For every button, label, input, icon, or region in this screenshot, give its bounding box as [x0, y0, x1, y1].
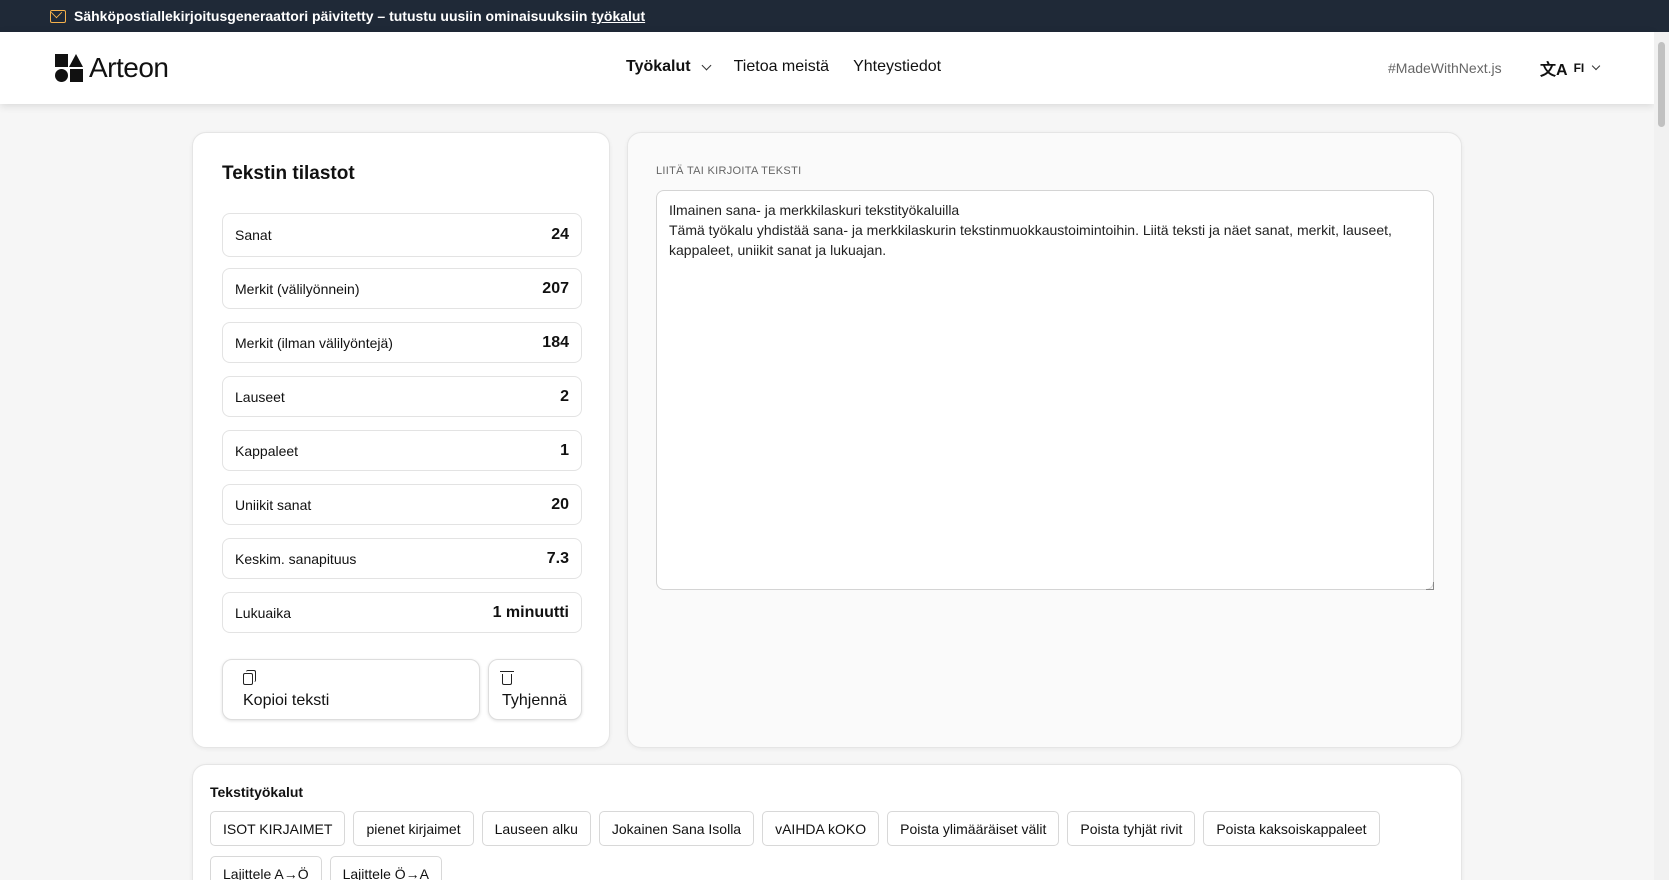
stat-value: 2 [560, 387, 569, 405]
nav-tools[interactable]: Työkalut [626, 58, 712, 76]
announcement-banner: Sähköpostiallekirjoitusgeneraattori päiv… [0, 0, 1669, 32]
copy-text-button[interactable]: Kopioi teksti [222, 659, 480, 720]
language-selector[interactable]: 文A FI [1540, 56, 1601, 80]
tool-lowercase-button[interactable]: pienet kirjaimet [353, 811, 474, 846]
nav-tools-label: Työkalut [626, 58, 691, 75]
tool-title-case-button[interactable]: Jokainen Sana Isolla [598, 811, 755, 846]
copy-icon [243, 670, 256, 685]
tool-toggle-case-button[interactable]: vAIHDA kOKO [762, 811, 880, 846]
logo-text: Arteon [89, 52, 169, 83]
stat-row-chars-with-spaces: Merkit (välilyönnein) 207 [222, 268, 582, 309]
trash-icon [500, 671, 514, 685]
text-input-label: LIITÄ TAI KIRJOITA TEKSTI [656, 165, 802, 177]
stat-label: Sanat [235, 227, 272, 243]
resize-handle-icon[interactable] [1426, 582, 1434, 590]
text-input-area[interactable]: Ilmainen sana- ja merkkilaskuri tekstity… [656, 190, 1434, 590]
nav-contact[interactable]: Yhteystiedot [853, 58, 941, 76]
tool-remove-empty-lines-button[interactable]: Poista tyhjät rivit [1067, 811, 1196, 846]
text-tools-list: ISOT KIRJAIMET pienet kirjaimet Lauseen … [210, 811, 1410, 880]
clear-button[interactable]: Tyhjennä [488, 659, 582, 720]
stat-row-avg-word-length: Keskim. sanapituus 7.3 [222, 538, 582, 579]
stat-row-words: Sanat 24 [222, 213, 582, 257]
tool-remove-duplicates-button[interactable]: Poista kaksoiskappaleet [1203, 811, 1380, 846]
banner-link[interactable]: työkalut [591, 8, 645, 24]
stat-row-unique-words: Uniikit sanat 20 [222, 484, 582, 525]
stat-label: Keskim. sanapituus [235, 550, 357, 567]
text-tools-title: Tekstityökalut [210, 784, 304, 800]
chevron-down-icon [1591, 61, 1601, 71]
main-nav: Työkalut Tietoa meistä Yhteystiedot [626, 58, 965, 76]
tool-sentence-case-button[interactable]: Lauseen alku [481, 811, 591, 846]
stat-value: 1 minuutti [492, 603, 569, 621]
scrollbar-thumb[interactable] [1658, 42, 1665, 127]
stat-value: 24 [551, 226, 569, 243]
stats-panel: Tekstin tilastot Sanat 24 Merkit (välily… [192, 132, 610, 748]
tool-remove-extra-spaces-button[interactable]: Poista ylimääräiset välit [887, 811, 1060, 846]
tool-uppercase-button[interactable]: ISOT KIRJAIMET [210, 811, 346, 846]
stat-value: 7.3 [546, 549, 569, 567]
stat-label: Lukuaika [235, 604, 292, 621]
chevron-down-icon [701, 60, 712, 70]
copy-text-label: Kopioi teksti [243, 692, 330, 709]
stat-label: Kappaleet [235, 442, 299, 459]
language-code: FI [1573, 61, 1585, 75]
stat-row-chars-no-spaces: Merkit (ilman välilyöntejä) 184 [222, 322, 582, 363]
mail-icon [50, 9, 66, 23]
stat-label: Uniikit sanat [235, 496, 312, 513]
tool-sort-asc-button[interactable]: Lajittele A→Ö [210, 856, 322, 880]
logo-mark-icon [55, 54, 83, 82]
tool-sort-desc-button[interactable]: Lajittele Ö→A [329, 856, 442, 880]
page-scrollbar[interactable] [1654, 32, 1669, 880]
stat-value: 184 [542, 333, 569, 351]
text-input-panel: LIITÄ TAI KIRJOITA TEKSTI Ilmainen sana-… [627, 132, 1462, 748]
stat-value: 1 [560, 441, 569, 459]
stat-label: Merkit (välilyönnein) [235, 280, 360, 297]
clear-label: Tyhjennä [502, 692, 567, 709]
stat-value: 20 [551, 495, 569, 513]
stat-row-sentences: Lauseet 2 [222, 376, 582, 417]
made-with-link[interactable]: #MadeWithNext.js [1388, 60, 1502, 76]
stat-label: Merkit (ilman välilyöntejä) [235, 334, 393, 351]
stat-row-paragraphs: Kappaleet 1 [222, 430, 582, 471]
stat-label: Lauseet [235, 388, 285, 405]
banner-text: Sähköpostiallekirjoitusgeneraattori päiv… [74, 8, 588, 24]
stats-title: Tekstin tilastot [222, 163, 355, 184]
site-header: Arteon Työkalut Tietoa meistä Yhteystied… [0, 32, 1654, 104]
stat-value: 207 [542, 279, 569, 297]
stat-row-reading-time: Lukuaika 1 minuutti [222, 592, 582, 633]
text-tools-panel: Tekstityökalut ISOT KIRJAIMET pienet kir… [192, 764, 1462, 880]
translate-icon: 文A [1540, 62, 1568, 79]
nav-about[interactable]: Tietoa meistä [734, 58, 829, 76]
logo[interactable]: Arteon [55, 52, 169, 84]
